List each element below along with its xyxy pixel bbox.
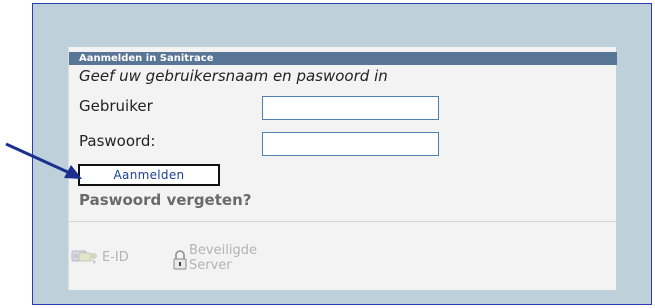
eid-login-option[interactable]: E-ID — [71, 247, 129, 267]
forgot-password-link[interactable]: Paswoord vergeten? — [79, 191, 251, 209]
secure-server-line1: Beveiligde — [189, 243, 257, 258]
eid-card-icon — [71, 250, 97, 264]
secure-server-line2: Server — [189, 258, 232, 273]
password-input[interactable] — [262, 132, 439, 156]
secure-server-label: Beveiligde Server — [189, 243, 257, 273]
login-panel: Aanmelden in Sanitrace Geef uw gebruiker… — [68, 47, 617, 290]
arrow-pointer-icon — [5, 142, 82, 179]
login-instruction: Geef uw gebruikersnaam en paswoord in — [79, 67, 388, 85]
login-panel-title: Aanmelden in Sanitrace — [69, 52, 617, 65]
secure-server-badge: Beveiligde Server — [173, 243, 257, 273]
footer-divider — [69, 221, 617, 222]
eid-label: E-ID — [102, 249, 129, 265]
padlock-icon — [173, 250, 187, 270]
username-input[interactable] — [262, 96, 439, 120]
